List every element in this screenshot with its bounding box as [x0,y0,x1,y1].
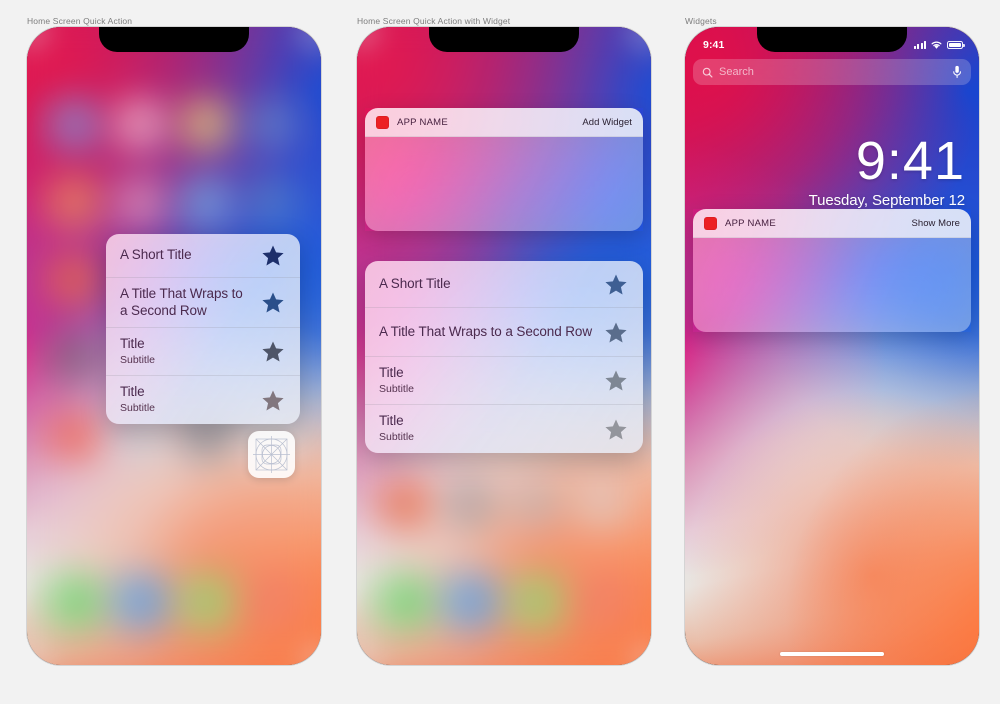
status-bar-time: 9:41 [703,39,725,51]
star-icon [603,419,629,440]
quick-action-row[interactable]: A Title That Wraps to a Second Row [365,308,643,357]
quick-action-menu-1[interactable]: A Short Title A Title That Wraps to a Se… [106,234,300,424]
star-icon [260,292,286,313]
add-widget-button[interactable]: Add Widget [582,117,632,128]
quick-action-title: Title [120,335,145,351]
phone-mockup-quick-action: A Short Title A Title That Wraps to a Se… [27,27,321,665]
quick-action-row-text: A Title That Wraps to a Second Row [120,286,260,320]
widget-body [365,137,643,231]
quick-action-row[interactable]: A Short Title [365,261,643,308]
quick-action-row-text: A Short Title [379,276,603,293]
star-icon [260,390,286,411]
star-icon [603,322,629,343]
quick-action-row[interactable]: Title Subtitle [106,328,300,376]
cellular-signal-icon [914,41,926,49]
panel-caption-quick-action: Home Screen Quick Action [27,16,133,26]
app-square-icon [704,216,717,230]
show-more-button[interactable]: Show More [912,218,961,229]
microphone-icon [953,65,961,79]
clock-date: Tuesday, September 12 [808,191,965,209]
phone-screen-3: 9:41 Search 9:41 Tuesday, September 12 A… [685,27,979,665]
quick-action-title: Title [120,384,145,400]
app-icon-grid-icon [253,436,290,473]
notch-1 [99,27,249,52]
quick-action-title: A Title That Wraps to a Second Row [379,323,592,339]
quick-action-row[interactable]: A Short Title [106,234,300,278]
quick-action-row-text: A Short Title [120,247,260,264]
phone-mockup-quick-action-widget: APP NAME Add Widget A Short Title A Titl… [357,27,651,665]
widget-card-add[interactable]: APP NAME Add Widget [365,108,643,231]
widget-body [693,238,971,332]
quick-action-row[interactable]: A Title That Wraps to a Second Row [106,278,300,328]
quick-action-menu-2[interactable]: A Short Title A Title That Wraps to a Se… [365,261,643,453]
star-icon [603,274,629,295]
panel-caption-widgets: Widgets [685,16,717,26]
widget-app-name: APP NAME [725,217,776,229]
clock-time: 9:41 [855,131,965,191]
wifi-icon [931,41,942,49]
phone-screen-2: APP NAME Add Widget A Short Title A Titl… [357,27,651,665]
quick-action-row-text: Title Subtitle [120,336,260,368]
app-icon-grid-template [248,431,295,478]
panel-caption-quick-action-widget: Home Screen Quick Action with Widget [357,16,511,26]
quick-action-title: A Short Title [379,275,451,291]
home-indicator[interactable] [780,652,884,656]
battery-full-icon [947,41,965,49]
quick-action-subtitle: Subtitle [120,402,156,415]
quick-action-title: A Title That Wraps to a Second Row [120,285,243,318]
quick-action-row-text: A Title That Wraps to a Second Row [379,324,603,341]
status-bar: 9:41 [685,27,979,55]
widget-header: APP NAME Show More [693,209,971,238]
quick-action-title: Title [379,413,404,429]
quick-action-row[interactable]: Title Subtitle [365,405,643,453]
quick-action-row[interactable]: Title Subtitle [106,376,300,424]
quick-action-title: A Short Title [120,247,192,263]
quick-action-subtitle: Subtitle [379,431,415,444]
quick-action-row-text: Title Subtitle [379,413,603,445]
screenshot-canvas: Home Screen Quick Action A Short Title A… [0,0,1000,704]
star-icon [260,245,286,266]
widget-header: APP NAME Add Widget [365,108,643,137]
phone-mockup-widgets: 9:41 Search 9:41 Tuesday, September 12 A… [685,27,979,665]
phone-screen-1: A Short Title A Title That Wraps to a Se… [27,27,321,665]
star-icon [603,370,629,391]
widget-card-show-more[interactable]: APP NAME Show More [693,209,971,332]
app-square-icon [376,115,389,129]
quick-action-title: Title [379,364,404,380]
lock-screen-clock: 9:41 Tuesday, September 12 [808,131,965,209]
wallpaper-3 [685,27,979,665]
quick-action-subtitle: Subtitle [120,353,156,366]
search-placeholder: Search [719,66,754,78]
star-icon [260,341,286,362]
search-field[interactable]: Search [693,59,971,85]
status-bar-indicators [914,40,965,50]
quick-action-row-text: Title Subtitle [120,384,260,416]
quick-action-subtitle: Subtitle [379,382,415,395]
quick-action-row[interactable]: Title Subtitle [365,357,643,405]
widget-app-name: APP NAME [397,116,448,128]
quick-action-row-text: Title Subtitle [379,365,603,397]
notch-2 [429,27,579,52]
search-icon [702,67,713,78]
